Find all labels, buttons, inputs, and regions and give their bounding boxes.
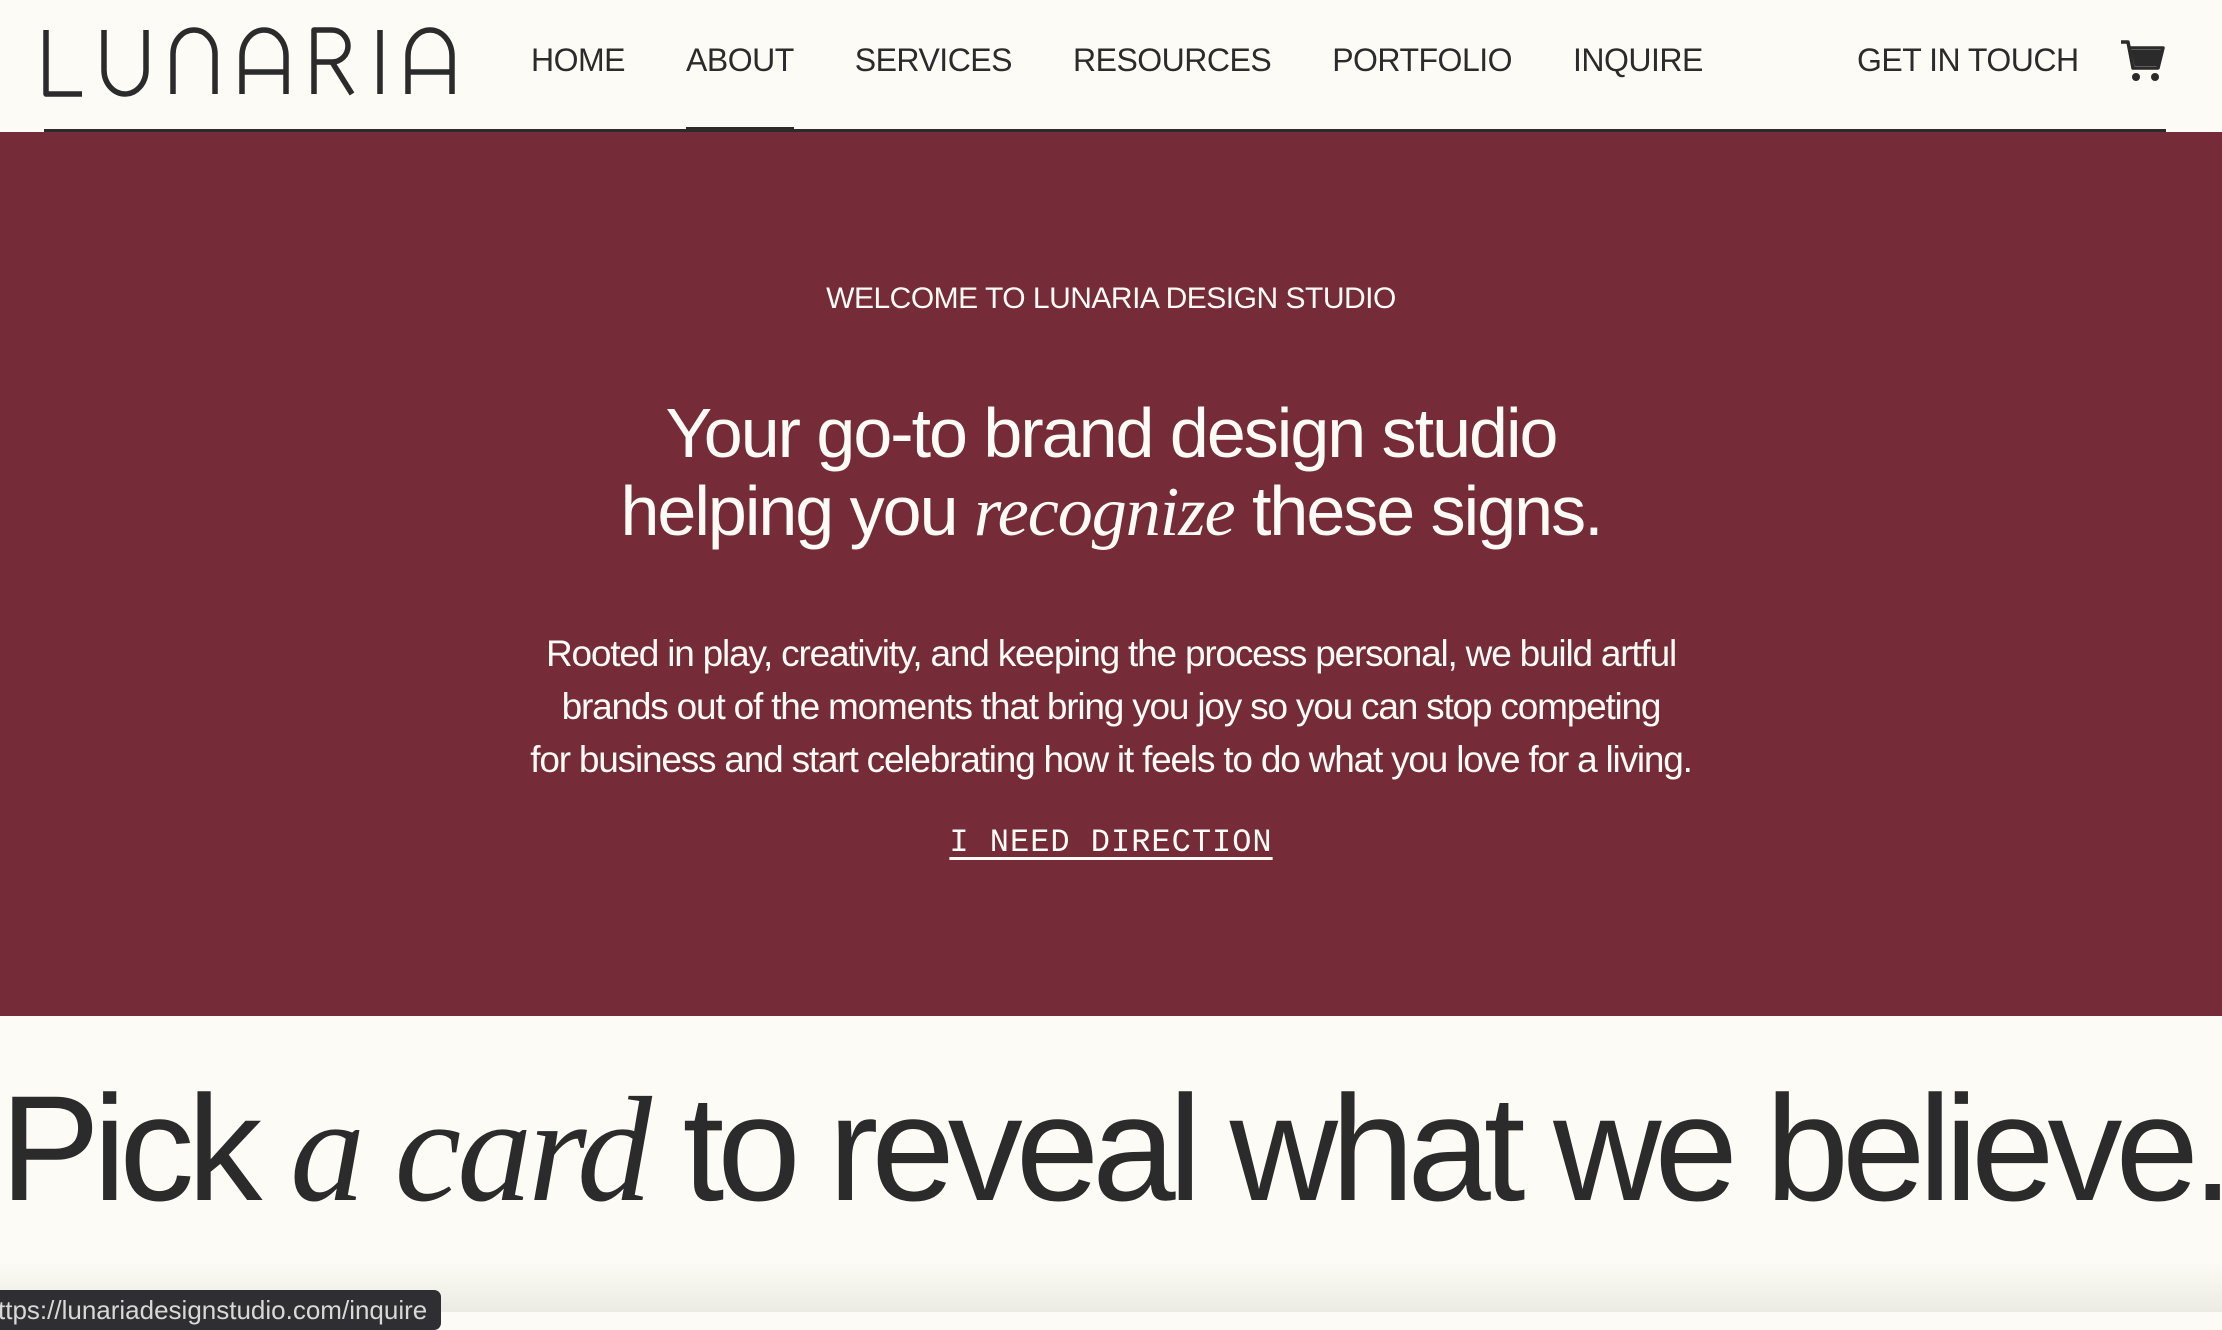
- site-header: LUNARIA HOME ABOUT SERVICES RESOURCES PO…: [0, 0, 2222, 132]
- nav-item-about[interactable]: ABOUT: [686, 0, 794, 132]
- nav-item-inquire[interactable]: INQUIRE: [1573, 0, 1703, 132]
- logo-link[interactable]: LUNARIA: [42, 22, 472, 100]
- beliefs-heading-end: to reveal what we believe...: [647, 1064, 2222, 1232]
- hero-description: Rooted in play, creativity, and keeping …: [460, 627, 1762, 786]
- i-need-direction-link[interactable]: I NEED DIRECTION: [949, 824, 1272, 861]
- hero-title-line-2-end: these signs.: [1234, 472, 1604, 550]
- hero-eyebrow: WELCOME TO LUNARIA DESIGN STUDIO: [826, 282, 1396, 315]
- hero-section: WELCOME TO LUNARIA DESIGN STUDIO Your go…: [0, 132, 2222, 1016]
- hero-cta-wrapper: I NEED DIRECTION: [0, 824, 2222, 861]
- hero-title: Your go-to brand design studio helping y…: [0, 394, 2222, 552]
- main-nav: HOME ABOUT SERVICES RESOURCES PORTFOLIO …: [531, 0, 1764, 132]
- hero-description-line-2: brands out of the moments that bring you…: [561, 686, 1662, 727]
- get-in-touch-link[interactable]: GET IN TOUCH: [1857, 42, 2079, 79]
- nav-item-resources[interactable]: RESOURCES: [1073, 0, 1272, 132]
- cart-icon[interactable]: [2120, 38, 2166, 84]
- status-bar-url: ttps://lunariadesignstudio.com/inquire: [0, 1295, 428, 1325]
- link-status-bar: ttps://lunariadesignstudio.com/inquire: [0, 1290, 442, 1330]
- lunaria-logo-icon: [43, 27, 455, 97]
- hero-title-line-2-start: helping you: [620, 472, 974, 550]
- nav-item-home[interactable]: HOME: [531, 0, 626, 132]
- hero-title-accent: recognize: [973, 474, 1236, 551]
- nav-item-services[interactable]: SERVICES: [855, 0, 1013, 132]
- hero-description-line-3: for business and start celebrating how i…: [530, 739, 1693, 780]
- beliefs-heading-accent: a card: [290, 1067, 652, 1233]
- beliefs-heading-start: Pick: [0, 1064, 291, 1232]
- hero-description-line-1: Rooted in play, creativity, and keeping …: [546, 633, 1677, 674]
- hero-title-line-1: Your go-to brand design studio: [665, 394, 1559, 472]
- beliefs-heading: Pick a card to reveal what we believe...: [0, 1068, 2222, 1230]
- nav-item-portfolio[interactable]: PORTFOLIO: [1332, 0, 1512, 132]
